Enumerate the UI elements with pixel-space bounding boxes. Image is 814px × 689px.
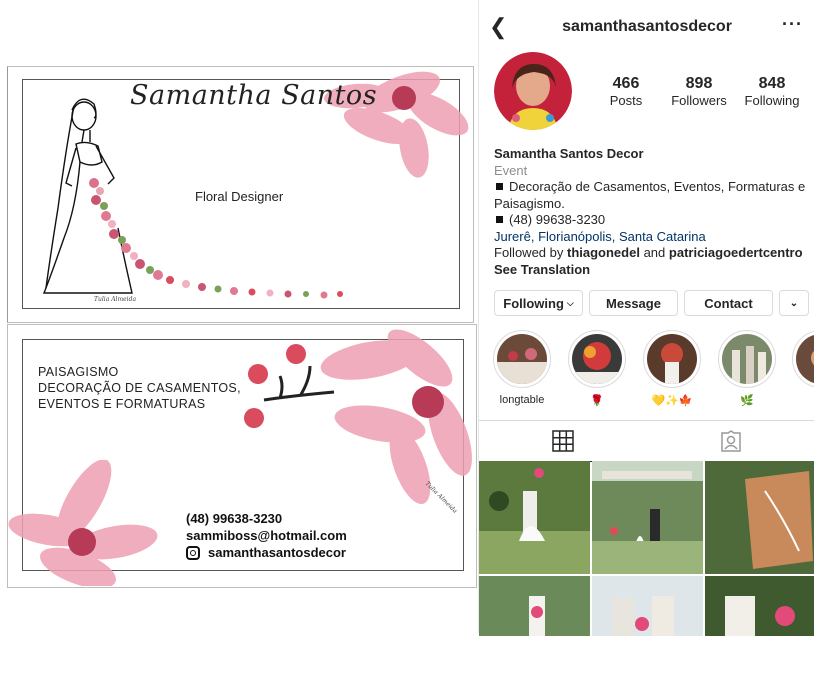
service-item: DECORAÇÃO DE CASAMENTOS,	[38, 381, 241, 395]
chevron-down-icon: ⌵	[566, 297, 574, 308]
following-stat[interactable]: 848 Following	[741, 75, 803, 108]
card-phone: (48) 99638-3230	[186, 511, 283, 526]
instagram-icon	[186, 545, 200, 560]
grid-icon	[552, 430, 574, 452]
card-email: sammiboss@hotmail.com	[186, 528, 347, 543]
card-instagram: samanthasantosdecor	[186, 544, 347, 561]
chevron-down-icon: ⌄	[789, 297, 799, 309]
highlight-thumbnail	[722, 334, 772, 384]
highlight-thumbnail	[647, 334, 697, 384]
suggestions-chevron-button[interactable]: ⌄	[779, 290, 809, 316]
card-instagram-handle: samanthasantosdecor	[208, 545, 346, 560]
business-cards-image: Samantha Santos Floral Designer Tulia Al…	[0, 0, 478, 633]
bio-line: Decoração de Casamentos, Eventos, Format…	[494, 179, 806, 211]
grid-photo[interactable]	[592, 461, 703, 574]
followers-label: Followers	[671, 93, 727, 108]
tab-grid[interactable]	[479, 421, 647, 462]
following-count: 848	[758, 75, 786, 92]
highlight-item[interactable]: 🌹	[567, 330, 627, 407]
bio-phone-line: (48) 99638-3230	[494, 212, 812, 229]
highlight-item[interactable]	[791, 330, 814, 394]
highlight-caption: longtable	[499, 394, 545, 406]
highlight-caption: 🌹	[590, 395, 604, 407]
artist-signature: Tulia Almeida	[94, 296, 137, 303]
followers-count: 898	[685, 75, 713, 92]
highlight-caption: 🌿	[740, 395, 754, 407]
card-owner-name: Samantha Santos	[130, 80, 378, 111]
highlight-item[interactable]: 💛✨🍁	[642, 330, 702, 407]
instagram-profile-panel: ❮ samanthasantosdecor ··· 466 Posts 898 …	[478, 0, 814, 636]
highlight-thumbnail	[796, 334, 814, 384]
service-item: EVENTOS E FORMATURAS	[38, 397, 206, 411]
following-button[interactable]: Following ⌵	[494, 290, 583, 316]
see-translation-link[interactable]: See Translation	[494, 262, 812, 279]
contact-button[interactable]: Contact	[684, 290, 773, 316]
posts-stat[interactable]: 466 Posts	[595, 75, 657, 108]
follower-link[interactable]: patriciagoedertcentro	[669, 245, 803, 260]
posts-count: 466	[612, 75, 640, 92]
posts-label: Posts	[609, 93, 643, 108]
services-list: PAISAGISMO DECORAÇÃO DE CASAMENTOS, EVEN…	[38, 364, 241, 412]
followed-by-line[interactable]: Followed by thiagonedel and patriciagoed…	[494, 245, 812, 262]
tab-tagged[interactable]	[647, 421, 814, 461]
highlight-thumbnail	[497, 334, 547, 384]
highlight-item[interactable]: longtable	[492, 330, 552, 406]
highlight-thumbnail	[572, 334, 622, 384]
following-label: Following	[744, 93, 800, 108]
highlight-item[interactable]: 🌿	[717, 330, 777, 407]
avatar-photo	[494, 52, 572, 130]
card-contact-block: (48) 99638-3230 sammiboss@hotmail.com sa…	[186, 510, 347, 561]
tagged-icon	[721, 430, 741, 452]
profile-category: Event	[494, 162, 528, 178]
watercolor-flower-decoration	[8, 460, 158, 586]
black-square-icon	[496, 183, 503, 190]
black-square-icon	[496, 216, 503, 223]
display-name: Samantha Santos Decor	[494, 146, 644, 161]
card-owner-role: Floral Designer	[195, 189, 284, 204]
message-button[interactable]: Message	[589, 290, 678, 316]
service-item: PAISAGISMO	[38, 365, 119, 379]
highlight-caption: 💛✨🍁	[651, 395, 693, 407]
profile-tabs	[479, 420, 814, 462]
followers-stat[interactable]: 898 Followers	[667, 75, 731, 108]
grid-photo[interactable]	[705, 461, 814, 574]
location-link[interactable]: Jurerê, Florianópolis, Santa Catarina	[494, 229, 812, 246]
more-options-icon[interactable]: ···	[782, 14, 803, 35]
grid-photo[interactable]	[479, 461, 590, 574]
profile-bio: Samantha Santos Decor Event Decoração de…	[494, 146, 812, 278]
top-bar: ❮ samanthasantosdecor ···	[479, 0, 814, 56]
follower-link[interactable]: thiagonedel	[567, 245, 640, 260]
profile-avatar[interactable]	[494, 52, 572, 130]
branch-decoration	[244, 344, 335, 428]
profile-username: samanthasantosdecor	[562, 18, 732, 35]
